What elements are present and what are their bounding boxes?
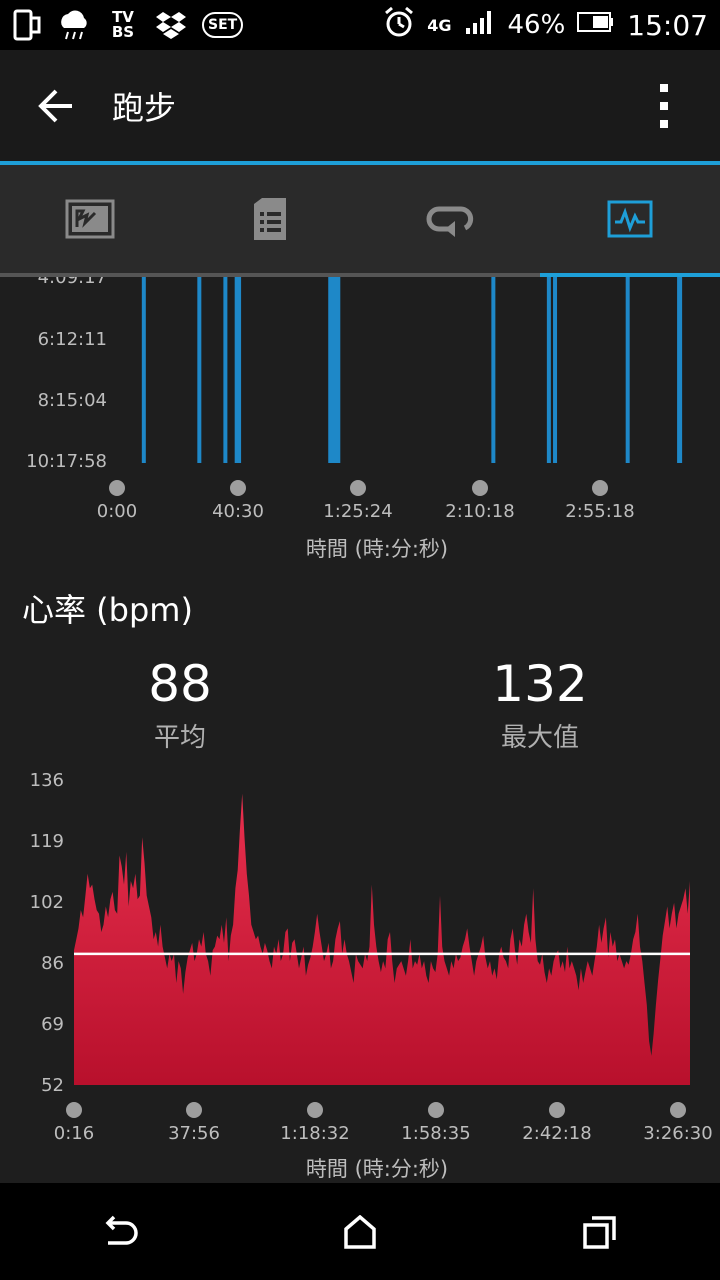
pace-y-tick-label: 4:09:17 bbox=[38, 277, 107, 288]
tab-bar bbox=[0, 165, 720, 273]
back-nav-icon bbox=[105, 1215, 138, 1245]
alarm-icon bbox=[383, 6, 415, 45]
phone-icon bbox=[12, 8, 42, 42]
pace-x-tick-label: 1:25:24 bbox=[323, 501, 392, 522]
pace-spike-bar bbox=[553, 277, 558, 463]
hr-x-tick-label: 2:42:18 bbox=[522, 1123, 591, 1144]
hr-max-label: 最大值 bbox=[500, 723, 579, 753]
signal-icon bbox=[464, 8, 496, 43]
tab-details[interactable] bbox=[180, 165, 360, 273]
pace-x-tick-label: 2:10:18 bbox=[445, 501, 514, 522]
pace-spike-bar bbox=[197, 277, 202, 463]
hr-max-stat: 132 最大值 bbox=[420, 655, 660, 754]
pace-spike-bar bbox=[328, 277, 333, 463]
status-bar: TV BS SET 4G 46% 15:07 bbox=[0, 0, 720, 50]
hr-y-tick-label: 86 bbox=[41, 953, 64, 974]
weather-icon bbox=[56, 8, 92, 42]
back-button[interactable] bbox=[0, 50, 112, 162]
hr-average-label: 平均 bbox=[153, 723, 206, 753]
pace-spike-bar bbox=[678, 277, 683, 463]
hr-x-tick-label: 37:56 bbox=[168, 1123, 220, 1144]
clock: 15:07 bbox=[627, 8, 708, 42]
hr-y-tick-label: 136 bbox=[30, 770, 64, 791]
hr-max-value: 132 bbox=[492, 655, 588, 713]
tab-charts[interactable] bbox=[540, 165, 720, 273]
arrow-left-icon bbox=[38, 89, 72, 123]
pace-y-tick-label: 10:17:58 bbox=[26, 451, 107, 472]
dropbox-icon bbox=[154, 8, 188, 42]
hr-y-tick-label: 52 bbox=[41, 1075, 64, 1096]
tab-laps[interactable] bbox=[360, 165, 540, 273]
pace-x-tick-dot bbox=[109, 480, 125, 496]
hr-x-tick-dot bbox=[307, 1102, 323, 1118]
pace-x-axis-label: 時間 (時:分:秒) bbox=[306, 537, 448, 561]
heart-rate-title: 心率 (bpm) bbox=[22, 591, 193, 629]
pace-spike-bar bbox=[546, 277, 551, 463]
pace-x-tick-dot bbox=[230, 480, 246, 496]
nav-home-button[interactable] bbox=[300, 1183, 420, 1280]
page-title: 跑步 bbox=[112, 89, 177, 127]
pace-spike-bar bbox=[625, 277, 630, 463]
hr-x-tick-label: 3:26:30 bbox=[643, 1123, 712, 1144]
nav-back-button[interactable] bbox=[60, 1183, 180, 1280]
nav-recents-button[interactable] bbox=[540, 1183, 660, 1280]
heart-rate-chart: 136 119 102 86 69 52 0:16 37:56 1:18:32 1:58:35 2:… bbox=[30, 770, 713, 1181]
pace-y-tick-label: 6:12:11 bbox=[38, 329, 107, 350]
pace-y-tick-label: 8:15:04 bbox=[38, 390, 107, 411]
pace-x-tick-label: 40:30 bbox=[212, 501, 264, 522]
battery-percent: 46% bbox=[507, 10, 566, 40]
hr-x-tick-label: 1:58:35 bbox=[401, 1123, 470, 1144]
tab-map[interactable] bbox=[0, 165, 180, 273]
hr-x-tick-dot bbox=[428, 1102, 444, 1118]
hr-x-tick-label: 0:16 bbox=[54, 1123, 94, 1144]
hr-x-tick-dot bbox=[66, 1102, 82, 1118]
hr-x-tick-dot bbox=[549, 1102, 565, 1118]
hr-x-axis-label: 時間 (時:分:秒) bbox=[306, 1157, 448, 1181]
charts-icon bbox=[607, 200, 653, 238]
hr-y-tick-label: 119 bbox=[30, 831, 64, 852]
hr-average-stat: 88 平均 bbox=[60, 655, 300, 754]
hr-area-series bbox=[74, 793, 690, 1085]
more-vertical-icon bbox=[660, 84, 668, 128]
tvbs-icon: TV BS bbox=[111, 8, 135, 41]
pace-x-tick-dot bbox=[592, 480, 608, 496]
hr-average-value: 88 bbox=[148, 655, 212, 713]
battery-icon bbox=[577, 10, 615, 40]
hr-x-tick-dot bbox=[186, 1102, 202, 1118]
pace-spike-bar bbox=[141, 277, 146, 463]
pace-spike-bar bbox=[491, 277, 496, 463]
hr-x-tick-dot bbox=[670, 1102, 686, 1118]
action-bar: 跑步 bbox=[0, 50, 720, 162]
set-icon: SET bbox=[202, 12, 244, 38]
pace-x-tick-label: 2:55:18 bbox=[565, 501, 634, 522]
recents-nav-icon bbox=[583, 1215, 616, 1249]
hr-x-tick-label: 1:18:32 bbox=[280, 1123, 349, 1144]
overflow-menu-button[interactable] bbox=[608, 50, 720, 162]
hr-y-tick-label: 102 bbox=[30, 892, 64, 913]
map-icon bbox=[65, 199, 115, 239]
navigation-bar bbox=[0, 1183, 720, 1280]
pace-x-tick-label: 0:00 bbox=[97, 501, 137, 522]
charts-scroll-area[interactable]: 4:09:17 6:12:11 8:15:04 10:17:58 0:00 40:30 1:… bbox=[0, 277, 720, 1183]
details-icon bbox=[254, 198, 286, 240]
pace-spike-bar bbox=[237, 277, 242, 463]
pace-spike-bar bbox=[223, 277, 228, 463]
pace-x-tick-dot bbox=[472, 480, 488, 496]
pace-spike-bar bbox=[336, 277, 341, 463]
hr-y-tick-label: 69 bbox=[41, 1014, 64, 1035]
home-nav-icon bbox=[344, 1214, 376, 1249]
pace-chart: 4:09:17 6:12:11 8:15:04 10:17:58 0:00 40:30 1:… bbox=[26, 277, 683, 561]
pace-x-tick-dot bbox=[350, 480, 366, 496]
laps-icon bbox=[426, 206, 474, 237]
network-type: 4G bbox=[427, 15, 452, 35]
